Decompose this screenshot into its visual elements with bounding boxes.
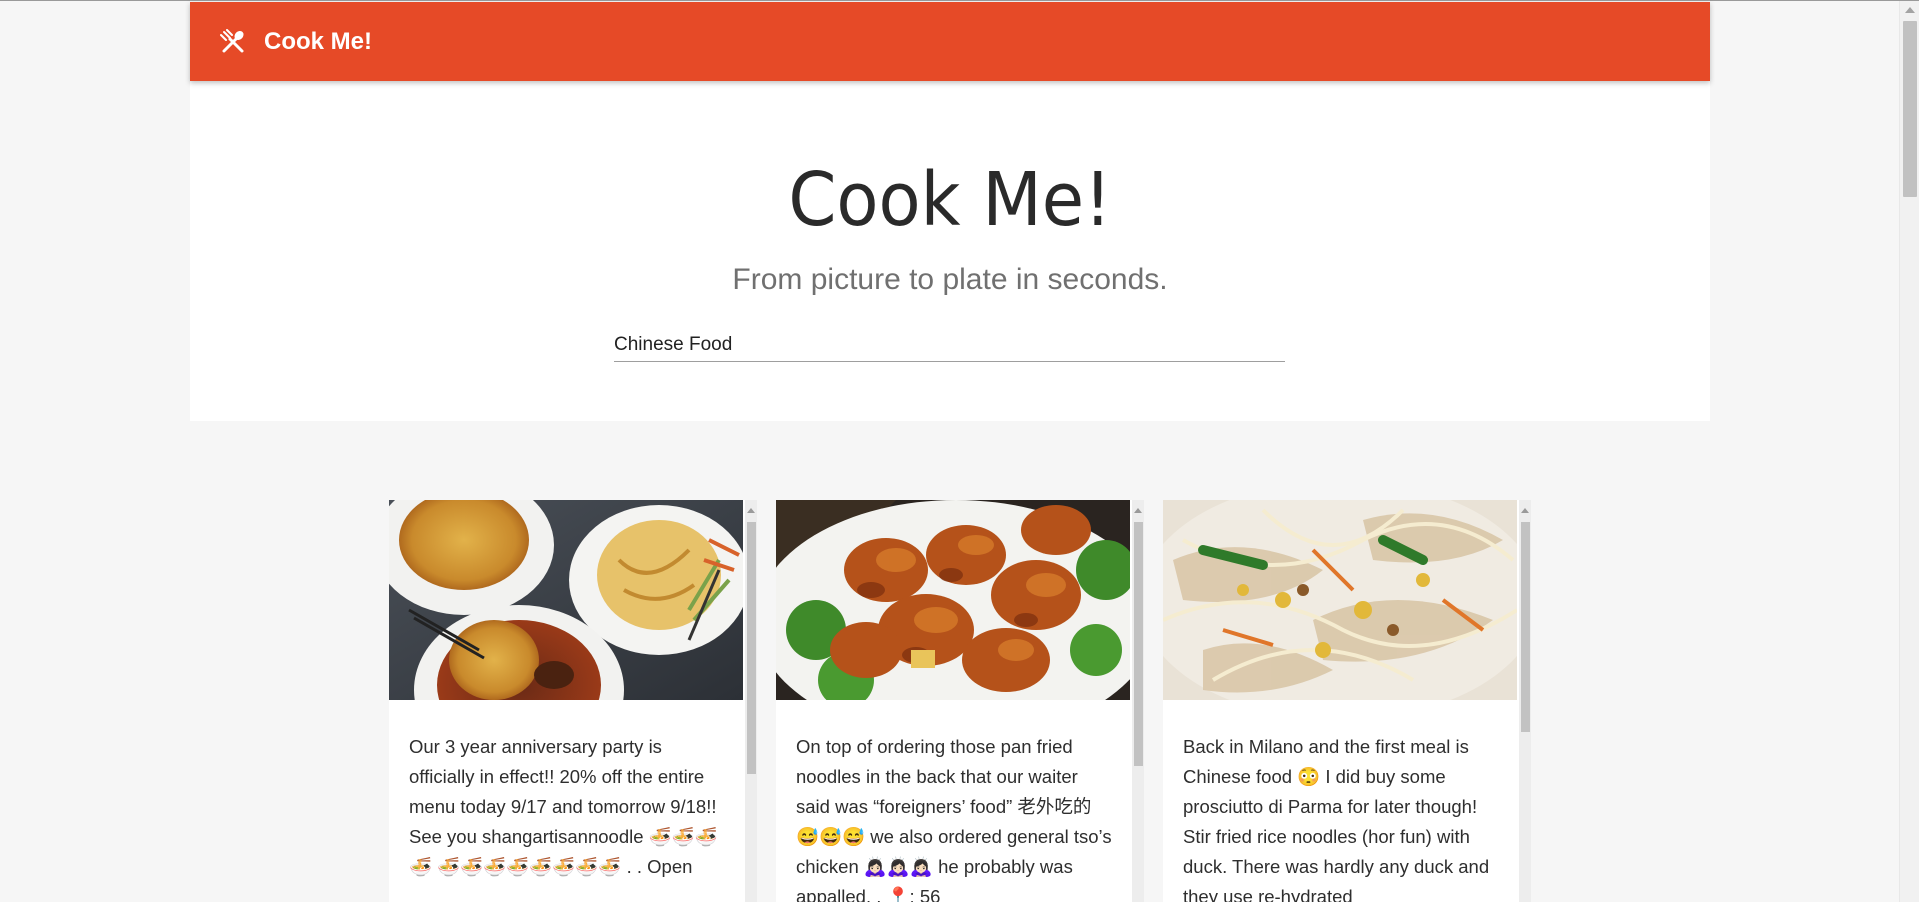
card-description: Back in Milano and the first meal is Chi… [1183,736,1490,902]
result-card-container: Our 3 year anniversary party is official… [389,500,757,902]
search-field [614,324,1285,362]
card-description: Our 3 year anniversary party is official… [409,736,718,877]
utensils-icon[interactable] [220,28,246,55]
card-image-orange-chicken [776,500,1130,700]
scrollbar-thumb[interactable] [1521,522,1530,732]
card-scrollbar[interactable] [1519,500,1531,902]
scroll-up-arrow-icon[interactable] [1134,508,1142,513]
search-input[interactable] [614,324,1285,361]
scroll-up-arrow-icon[interactable] [1905,7,1915,13]
result-card[interactable]: Our 3 year anniversary party is official… [389,500,745,902]
card-image-rice-noodles [1163,500,1517,700]
scroll-up-arrow-icon[interactable] [1521,508,1529,513]
page-scrollbar-thumb[interactable] [1903,21,1917,197]
scrollbar-thumb[interactable] [747,522,756,774]
navbar-title[interactable]: Cook Me! [264,28,372,56]
scroll-up-arrow-icon[interactable] [747,508,755,513]
window-top-border [0,0,1919,1]
page-title: Cook Me! [788,157,1112,243]
result-card-container: On top of ordering those pan fried noodl… [776,500,1144,902]
page-subtitle: From picture to plate in seconds. [732,263,1168,296]
result-card[interactable]: Back in Milano and the first meal is Chi… [1163,500,1519,902]
card-scrollbar[interactable] [745,500,757,902]
result-card-container: Back in Milano and the first meal is Chi… [1163,500,1531,902]
scrollbar-thumb[interactable] [1134,522,1143,766]
result-card[interactable]: On top of ordering those pan fried noodl… [776,500,1132,902]
card-scrollbar[interactable] [1132,500,1144,902]
hero-section: Cook Me! From picture to plate in second… [190,81,1710,421]
card-description: On top of ordering those pan fried noodl… [796,736,1112,902]
page-scrollbar[interactable] [1899,1,1919,902]
app-navbar: Cook Me! [190,2,1710,81]
card-image-noodle-bowls [389,500,743,700]
